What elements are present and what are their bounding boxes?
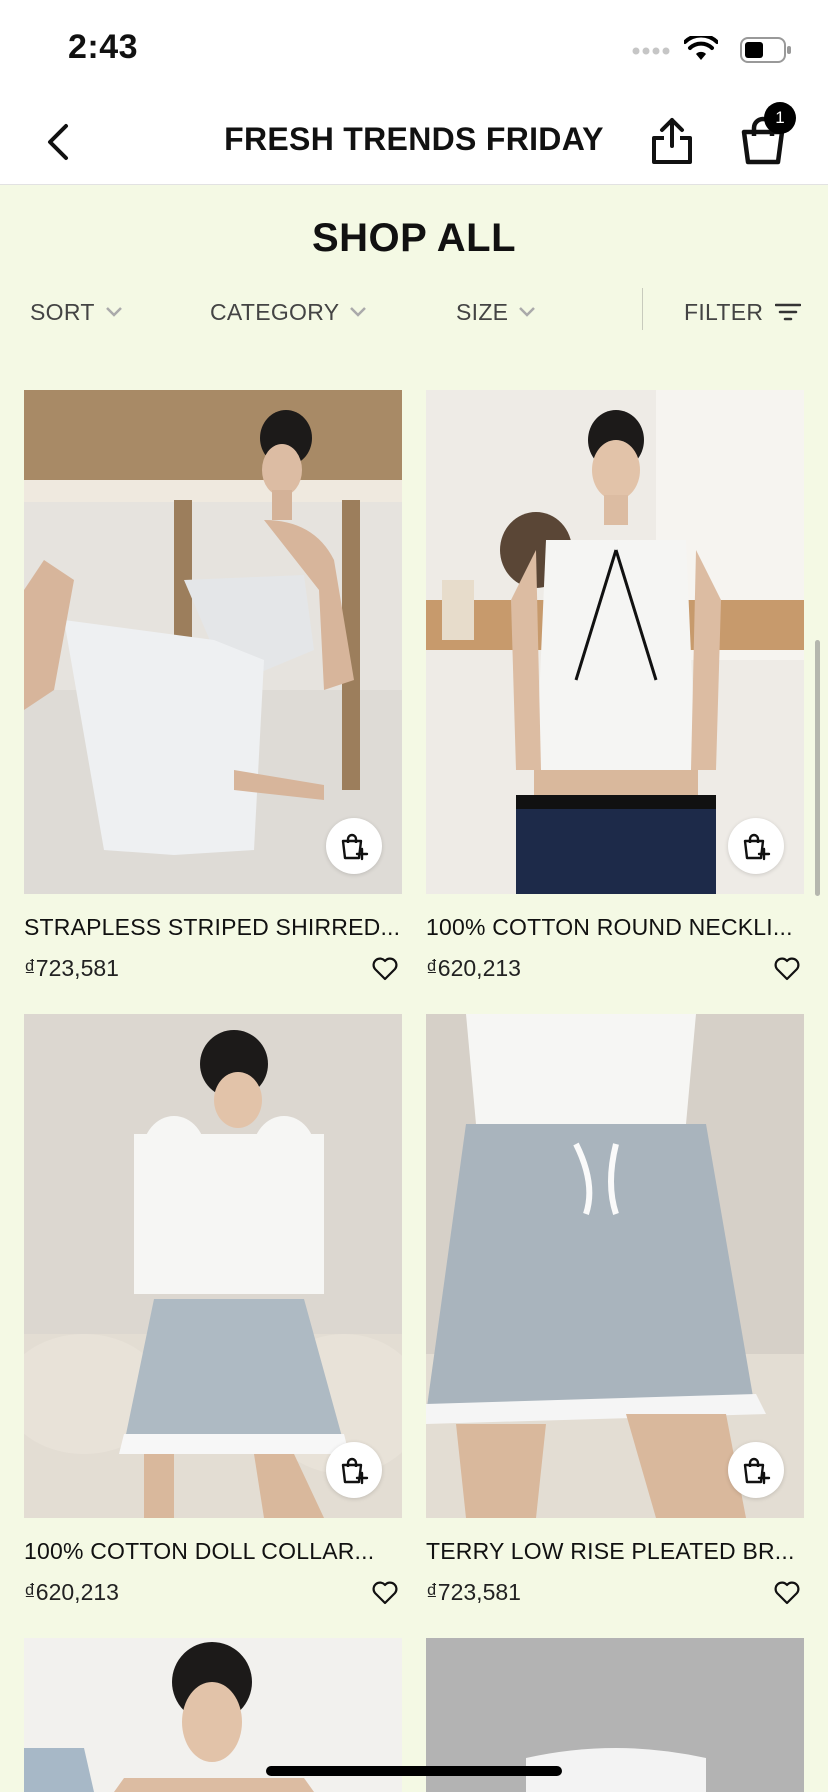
heart-icon[interactable] [372, 957, 398, 981]
category-label: CATEGORY [210, 298, 340, 325]
cart-count-badge: 1 [764, 102, 796, 134]
price-row: ₫723,581 [426, 1579, 804, 1609]
product-price: ₫620,213 [426, 955, 521, 981]
filter-divider [642, 288, 643, 330]
status-time: 2:43 [68, 28, 139, 66]
filter-bar: SORT CATEGORY SIZE FILTER [0, 288, 828, 336]
chevron-down-icon [519, 307, 536, 317]
bag-plus-icon [743, 1457, 771, 1485]
chevron-down-icon [350, 307, 367, 317]
share-button[interactable] [648, 114, 696, 168]
filter-lines-icon [775, 303, 802, 321]
product-card[interactable]: 100% COTTON DOLL COLLAR... ₫620,213 [24, 1014, 402, 1609]
page-title: FRESH TRENDS FRIDAY [224, 121, 604, 157]
product-image[interactable] [24, 390, 402, 894]
quick-add-button[interactable] [728, 818, 784, 874]
filter-label: FILTER [684, 298, 764, 325]
heart-icon[interactable] [774, 957, 800, 981]
price-row: ₫620,213 [426, 955, 804, 985]
heart-icon[interactable] [774, 1581, 800, 1605]
product-card[interactable]: TERRY LOW RISE PLEATED BR... ₫723,581 [426, 1014, 804, 1609]
product-image[interactable] [426, 390, 804, 894]
category-dropdown[interactable]: CATEGORY [210, 288, 367, 336]
sort-label: SORT [30, 298, 95, 325]
product-price: ₫723,581 [24, 955, 119, 981]
quick-add-button[interactable] [728, 1442, 784, 1498]
nav-bar: FRESH TRENDS FRIDAY 1 [0, 94, 828, 185]
product-price: ₫723,581 [426, 1579, 521, 1605]
product-name[interactable]: 100% COTTON ROUND NECKLI... [426, 914, 804, 941]
share-icon [652, 118, 692, 164]
quick-add-button[interactable] [326, 1442, 382, 1498]
size-dropdown[interactable]: SIZE [456, 288, 536, 336]
product-name[interactable]: STRAPLESS STRIPED SHIRRED... [24, 914, 402, 941]
filter-button[interactable]: FILTER [684, 288, 802, 336]
wifi-icon [684, 36, 718, 60]
product-price: ₫620,213 [24, 1579, 119, 1605]
bag-plus-icon [743, 833, 771, 861]
battery-icon [740, 37, 791, 63]
product-name[interactable]: 100% COTTON DOLL COLLAR... [24, 1538, 402, 1565]
status-bar: 2:43 [0, 0, 828, 94]
signal-icon [632, 47, 670, 55]
price-row: ₫723,581 [24, 955, 402, 985]
price-row: ₫620,213 [24, 1579, 402, 1609]
heart-icon[interactable] [372, 1581, 398, 1605]
bag-plus-icon [341, 833, 369, 861]
home-indicator[interactable] [266, 1766, 562, 1776]
product-card[interactable]: STRAPLESS STRIPED SHIRRED... ₫723,581 [24, 390, 402, 985]
bag-plus-icon [341, 1457, 369, 1485]
chevron-down-icon [105, 307, 122, 317]
product-image[interactable] [426, 1014, 804, 1518]
status-icons [628, 0, 828, 94]
sort-dropdown[interactable]: SORT [30, 288, 123, 336]
product-image[interactable] [24, 1014, 402, 1518]
quick-add-button[interactable] [326, 818, 382, 874]
product-name[interactable]: TERRY LOW RISE PLEATED BR... [426, 1538, 804, 1565]
product-card[interactable]: 100% COTTON ROUND NECKLI... ₫620,213 [426, 390, 804, 985]
size-label: SIZE [456, 298, 509, 325]
section-title: SHOP ALL [311, 216, 517, 260]
scrollbar[interactable] [815, 640, 820, 896]
